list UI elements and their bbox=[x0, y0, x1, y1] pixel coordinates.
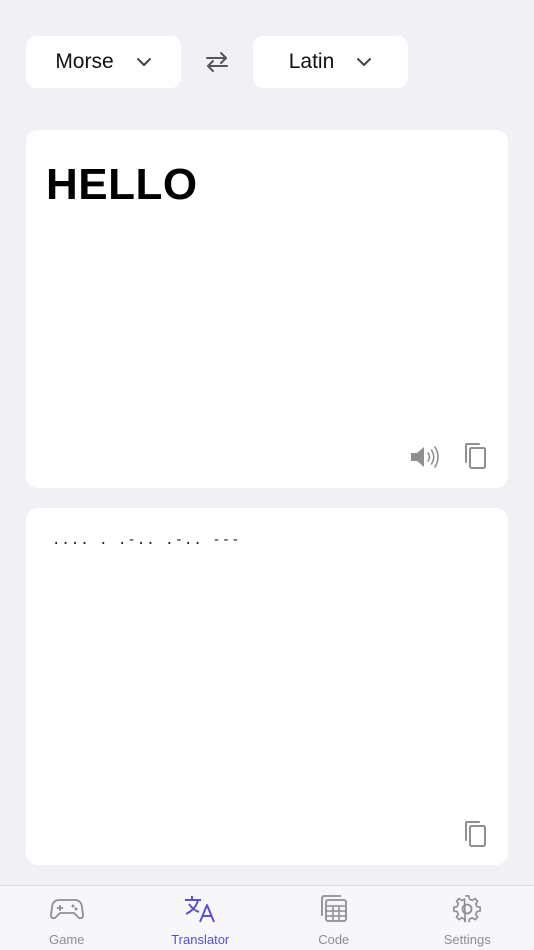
gear-icon bbox=[450, 894, 484, 924]
copy-input-button[interactable] bbox=[458, 439, 492, 473]
swap-arrows-icon bbox=[206, 52, 228, 72]
output-text: .... . .-.. .-.. --- bbox=[52, 532, 241, 548]
chevron-down-icon bbox=[136, 58, 151, 66]
speaker-icon bbox=[411, 446, 439, 468]
copy-output-button[interactable] bbox=[458, 817, 492, 851]
chevron-down-icon bbox=[357, 58, 372, 66]
input-card[interactable]: HELLO bbox=[26, 130, 508, 488]
translate-icon bbox=[183, 894, 217, 924]
tab-settings[interactable]: Settings bbox=[401, 886, 534, 950]
tab-translator[interactable]: Translator bbox=[134, 886, 268, 950]
gamepad-icon bbox=[49, 894, 84, 924]
tab-label: Code bbox=[318, 932, 350, 947]
tab-code[interactable]: Code bbox=[267, 886, 401, 950]
output-card: .... . .-.. .-.. --- bbox=[26, 508, 508, 865]
translator-screen: Morse Latin HELLO .... . .-.. .-.. --- G… bbox=[0, 0, 534, 950]
code-table-icon bbox=[317, 894, 351, 924]
target-language-label: Latin bbox=[288, 50, 335, 73]
target-language-select[interactable]: Latin bbox=[253, 36, 408, 88]
copy-icon bbox=[465, 821, 486, 847]
copy-icon bbox=[465, 443, 486, 469]
source-language-label: Morse bbox=[55, 50, 114, 73]
tab-game[interactable]: Game bbox=[0, 886, 134, 950]
speak-button[interactable] bbox=[408, 440, 442, 474]
tab-label: Translator bbox=[171, 932, 230, 947]
source-language-select[interactable]: Morse bbox=[26, 36, 181, 88]
tab-label: Game bbox=[49, 932, 85, 947]
swap-languages-button[interactable] bbox=[200, 48, 234, 76]
tab-bar: Game Translator Code Settings bbox=[0, 885, 534, 950]
tab-label: Settings bbox=[443, 932, 491, 947]
input-text[interactable]: HELLO bbox=[46, 160, 198, 210]
